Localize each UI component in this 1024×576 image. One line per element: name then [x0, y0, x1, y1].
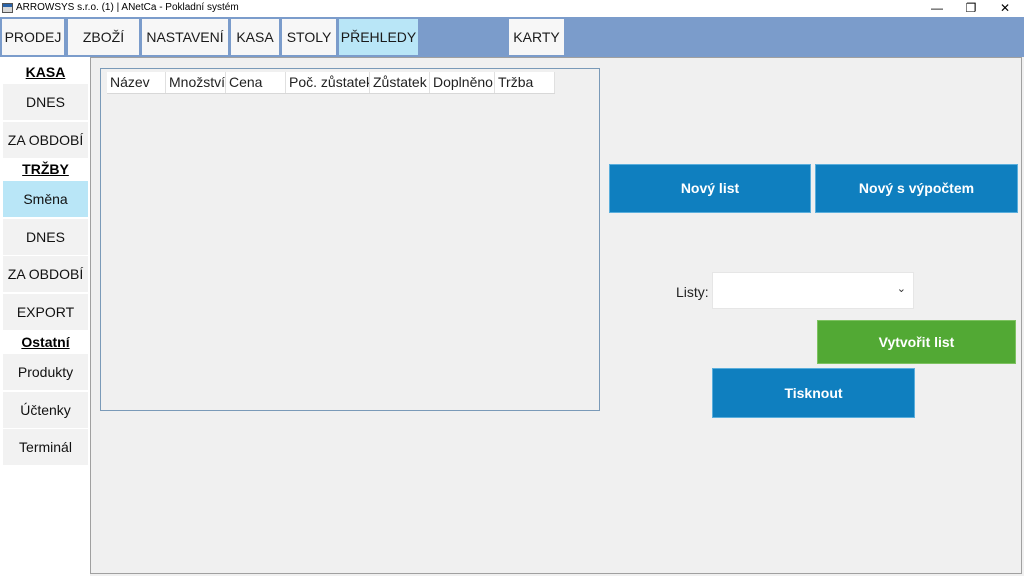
tab-prodej[interactable]: PRODEJ	[2, 19, 64, 55]
sidebar-item-export[interactable]: EXPORT	[3, 294, 88, 330]
sidebar-item-smena[interactable]: Směna	[3, 181, 88, 217]
app-icon	[2, 3, 13, 13]
sidebar-heading-trzby: TRŽBY	[3, 160, 88, 179]
tab-prehledy[interactable]: PŘEHLEDY	[339, 19, 418, 55]
top-navigation: PRODEJ ZBOŽÍ NASTAVENÍ KASA STOLY PŘEHLE…	[0, 17, 1024, 57]
sidebar-heading-kasa: KASA	[3, 63, 88, 82]
column-header-poc-zustatek[interactable]: Poč. zůstatek	[286, 72, 370, 93]
column-header-doplneno[interactable]: Doplněno	[430, 72, 495, 93]
tab-stoly[interactable]: STOLY	[282, 19, 336, 55]
sidebar-item-uctenky[interactable]: Účtenky	[3, 392, 88, 428]
restore-button[interactable]: ❐	[954, 0, 988, 17]
window-title: ARROWSYS s.r.o. (1) | ANetCa - Pokladní …	[16, 2, 239, 13]
shift-data-grid[interactable]: Název Množství Cena Poč. zůstatek Zůstat…	[100, 68, 600, 411]
sidebar-item-terminal[interactable]: Terminál	[3, 429, 88, 465]
tab-kasa[interactable]: KASA	[231, 19, 279, 55]
sheets-select[interactable]: ⌄	[712, 272, 914, 309]
column-header-nazev[interactable]: Název	[107, 72, 166, 93]
minimize-button[interactable]: —	[920, 0, 954, 17]
sidebar-item-produkty[interactable]: Produkty	[3, 354, 88, 390]
column-header-cena[interactable]: Cena	[226, 72, 286, 93]
sidebar-heading-ostatni: Ostatní	[3, 333, 88, 352]
tab-zbozi[interactable]: ZBOŽÍ	[68, 19, 139, 55]
sheets-label: Listy:	[676, 284, 709, 300]
print-button[interactable]: Tisknout	[712, 368, 915, 418]
tab-nastaveni[interactable]: NASTAVENÍ	[142, 19, 228, 55]
close-button[interactable]: ✕	[988, 0, 1022, 17]
sidebar: KASA DNES ZA OBDOBÍ TRŽBY Směna DNES ZA …	[0, 57, 90, 576]
new-sheet-button[interactable]: Nový list	[609, 164, 811, 213]
tab-karty[interactable]: KARTY	[509, 19, 564, 55]
sidebar-item-kasa-za-obdobi[interactable]: ZA OBDOBÍ	[3, 122, 88, 158]
column-header-zustatek[interactable]: Zůstatek	[370, 72, 430, 93]
new-with-calculation-button[interactable]: Nový s výpočtem	[815, 164, 1018, 213]
window-titlebar: ARROWSYS s.r.o. (1) | ANetCa - Pokladní …	[0, 0, 1024, 17]
column-header-mnozstvi[interactable]: Množství	[166, 72, 226, 93]
create-sheet-button[interactable]: Vytvořit list	[817, 320, 1016, 364]
sidebar-item-trzby-dnes[interactable]: DNES	[3, 219, 88, 255]
grid-header: Název Množství Cena Poč. zůstatek Zůstat…	[107, 72, 555, 94]
column-header-trzba[interactable]: Tržba	[495, 72, 555, 93]
sidebar-item-kasa-dnes[interactable]: DNES	[3, 84, 88, 120]
sidebar-item-trzby-za-obdobi[interactable]: ZA OBDOBÍ	[3, 256, 88, 292]
chevron-down-icon: ⌄	[896, 283, 906, 295]
